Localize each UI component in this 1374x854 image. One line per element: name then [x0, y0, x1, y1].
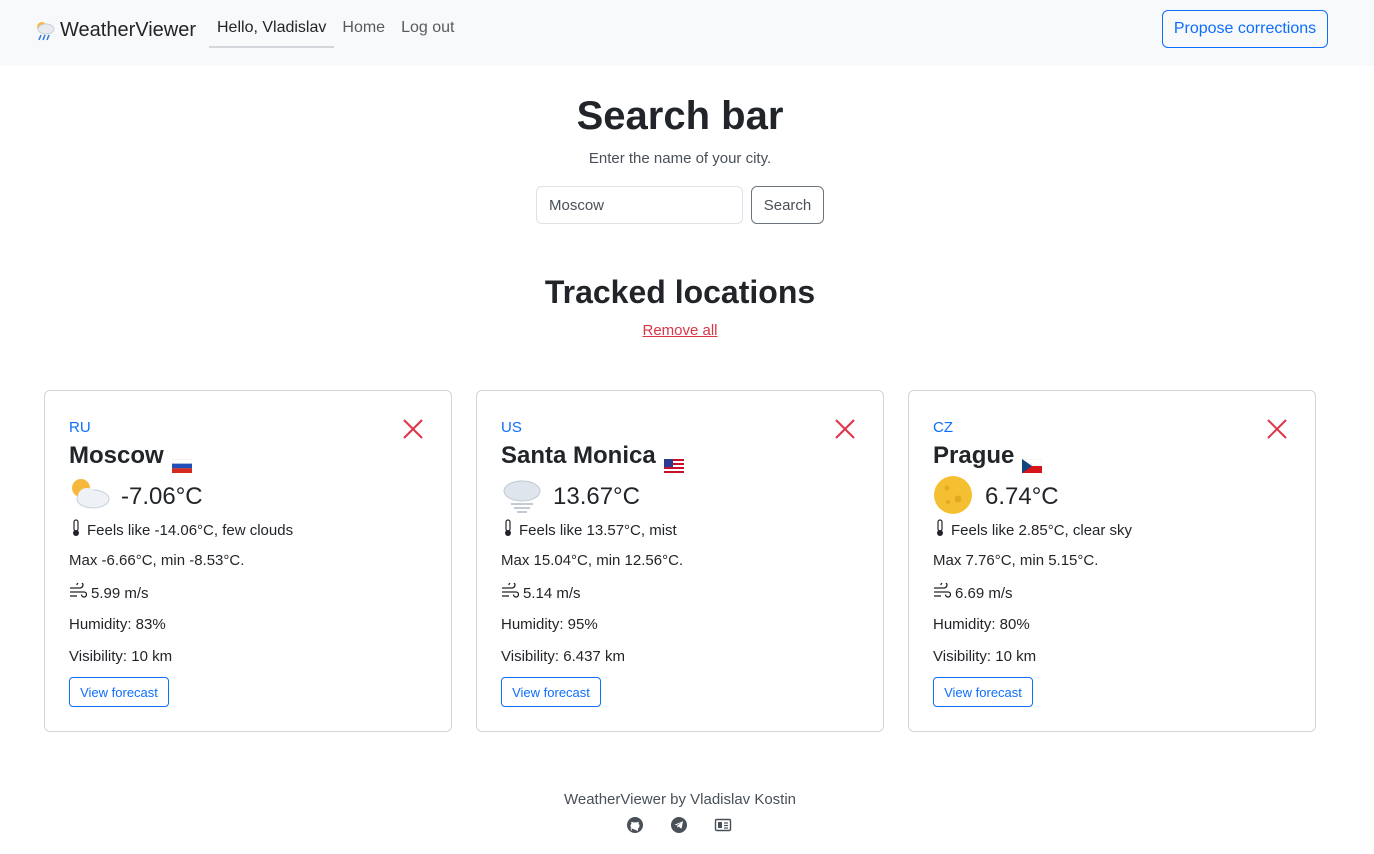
rain-cloud-icon — [34, 19, 56, 41]
footer-text: WeatherViewer by Vladislav Kostin — [563, 791, 797, 808]
weather-row: -7.06°C — [69, 477, 203, 517]
location-card: CZ Prague 6.74°C Feels like 2.85°C, clea… — [908, 390, 1316, 732]
view-forecast-button[interactable]: View forecast — [933, 677, 1033, 707]
max-min-text: Max 7.76°C, min 5.15°C. — [933, 552, 1099, 569]
remove-all-link[interactable]: Remove all — [642, 322, 717, 339]
search-title: Search bar — [576, 94, 784, 138]
location-card: US Santa Monica 13.67°C Feels like 13.57… — [476, 390, 884, 732]
moon-clear-sky-icon — [933, 475, 975, 520]
nav-home-link[interactable]: Home — [334, 10, 393, 48]
humidity-text: Humidity: 80% — [933, 616, 1030, 633]
wind-icon — [501, 581, 520, 605]
wind-speed: 5.99 m/s — [91, 585, 149, 602]
czech-flag-icon — [1022, 451, 1043, 473]
wind-speed: 5.14 m/s — [523, 585, 581, 602]
city-name-row: Moscow — [69, 441, 192, 473]
thermometer-icon — [933, 519, 947, 543]
github-icon[interactable] — [626, 816, 644, 834]
visibility-text: Visibility: 10 km — [69, 648, 173, 665]
remove-all-wrapper: Remove all — [0, 321, 1360, 341]
thermometer-icon — [501, 519, 515, 543]
close-icon[interactable] — [833, 417, 857, 441]
view-forecast-button[interactable]: View forecast — [501, 677, 601, 707]
visibility-text: Visibility: 6.437 km — [501, 648, 625, 665]
mist-icon — [501, 476, 543, 519]
telegram-icon[interactable] — [670, 816, 688, 834]
russia-flag-icon — [171, 451, 192, 473]
tracked-locations-title: Tracked locations — [544, 274, 816, 310]
search-button[interactable]: Search — [751, 186, 824, 224]
feels-like-text: Feels like 2.85°C, clear sky — [951, 522, 1133, 539]
city-name: Santa Monica — [501, 442, 656, 469]
navbar: WeatherViewer Hello, Vladislav Home Log … — [0, 0, 1374, 66]
brand-link[interactable]: WeatherViewer — [34, 17, 196, 43]
nav-logout-link[interactable]: Log out — [393, 10, 462, 48]
feels-like-text: Feels like -14.06°C, few clouds — [87, 522, 294, 539]
brand-name: WeatherViewer — [60, 18, 196, 41]
feels-like-line: Feels like -14.06°C, few clouds — [69, 519, 293, 543]
city-name-row: Prague — [933, 441, 1043, 473]
wind-line: 6.69 m/s — [933, 581, 1013, 605]
location-card: RU Moscow -7.06°C Feels like -14.06°C, f… — [44, 390, 452, 732]
wind-speed: 6.69 m/s — [955, 585, 1013, 602]
wind-icon — [933, 581, 952, 605]
city-name: Prague — [933, 442, 1015, 469]
country-code: RU — [69, 419, 91, 436]
weather-row: 13.67°C — [501, 477, 640, 517]
city-search-input[interactable] — [536, 186, 743, 224]
humidity-text: Humidity: 95% — [501, 616, 598, 633]
max-min-text: Max 15.04°C, min 12.56°C. — [501, 552, 684, 569]
country-code: US — [501, 419, 522, 436]
wind-line: 5.99 m/s — [69, 581, 149, 605]
search-subtitle: Enter the name of your city. — [588, 150, 772, 167]
max-min-text: Max -6.66°C, min -8.53°C. — [69, 552, 245, 569]
city-name-row: Santa Monica — [501, 441, 684, 473]
humidity-text: Humidity: 83% — [69, 616, 166, 633]
feels-like-line: Feels like 13.57°C, mist — [501, 519, 677, 543]
temperature: 6.74°C — [985, 483, 1059, 510]
feels-like-line: Feels like 2.85°C, clear sky — [933, 519, 1132, 543]
country-code: CZ — [933, 419, 953, 436]
close-icon[interactable] — [1265, 417, 1289, 441]
nav-links: Hello, Vladislav Home Log out — [209, 10, 462, 48]
temperature: 13.67°C — [553, 483, 640, 510]
feels-like-text: Feels like 13.57°C, mist — [519, 522, 677, 539]
close-icon[interactable] — [401, 417, 425, 441]
temperature: -7.06°C — [121, 483, 203, 510]
nav-user-greeting[interactable]: Hello, Vladislav — [209, 10, 335, 48]
footer-icons — [626, 816, 732, 834]
resume-icon[interactable] — [714, 816, 732, 834]
usa-flag-icon — [663, 451, 684, 473]
weather-row: 6.74°C — [933, 475, 1059, 520]
thermometer-icon — [69, 519, 83, 543]
wind-line: 5.14 m/s — [501, 581, 581, 605]
city-name: Moscow — [69, 442, 164, 469]
wind-icon — [69, 581, 88, 605]
partly-cloudy-icon — [69, 476, 111, 519]
view-forecast-button[interactable]: View forecast — [69, 677, 169, 707]
propose-corrections-button[interactable]: Propose corrections — [1162, 10, 1328, 48]
visibility-text: Visibility: 10 km — [933, 648, 1037, 665]
